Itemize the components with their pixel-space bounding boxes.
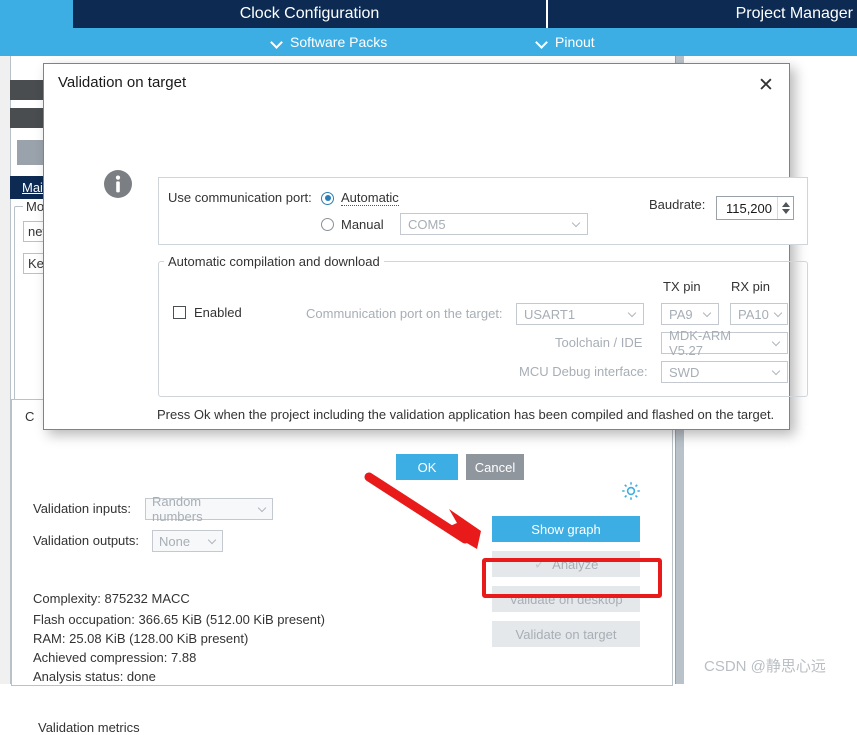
analysis-stats: Complexity: 875232 MACC Flash occupation… [33, 589, 325, 686]
validation-inputs-select[interactable]: Random numbers [145, 494, 273, 524]
show-graph-button-label: Show graph [531, 521, 601, 537]
mcu-debug-interface-value: SWD [669, 364, 700, 380]
chevron-down-icon [629, 310, 638, 319]
use-communication-port-label: Use communication port: [168, 190, 312, 205]
chevron-down-icon [537, 37, 548, 48]
validation-outputs-select[interactable]: None [152, 530, 223, 552]
radio-manual-label: Manual [341, 217, 384, 232]
stepper-arrows[interactable] [777, 197, 793, 219]
stat-ram: RAM: 25.08 KiB (128.00 KiB present) [33, 631, 249, 646]
info-icon [103, 169, 133, 199]
annotation-arrow [364, 472, 481, 549]
ribbon-tab-strip: Clock Configuration Project Manager [73, 0, 857, 28]
com-port-select[interactable]: COM5 [400, 213, 588, 235]
validation-outputs-label: Validation outputs: [33, 533, 139, 548]
menu-pinout[interactable]: Pinout [537, 28, 595, 56]
communication-port-target-label: Communication port on the target: [306, 306, 503, 321]
toolchain-select[interactable]: MDK-ARM V5.27 [661, 328, 788, 358]
stepper-down-icon[interactable] [781, 209, 790, 214]
ok-button-label: OK [417, 459, 437, 475]
show-graph-button[interactable]: Show graph [492, 516, 640, 542]
rx-pin-value: PA10 [738, 306, 769, 322]
tab-clock-configuration-label: Clock Configuration [239, 5, 380, 22]
validation-outputs-value: None [159, 533, 191, 549]
application-root: Clock Configuration Project Manager Soft… [0, 0, 857, 735]
baudrate-stepper[interactable]: 115,200 [716, 196, 794, 220]
chevron-down-icon [259, 505, 268, 514]
menu-software-packs[interactable]: Software Packs [272, 28, 387, 56]
baudrate-value: 115,200 [725, 200, 772, 216]
gear-icon[interactable] [620, 480, 642, 502]
validation-inputs-value: Random numbers [152, 494, 203, 524]
usart-value: USART1 [524, 306, 576, 322]
tab-project-manager-label: Project Manager [735, 5, 853, 22]
chevron-down-icon [773, 368, 782, 377]
stat-analysis-status: Analysis status: done [33, 669, 156, 684]
rx-pin-select[interactable]: PA10 [730, 303, 788, 325]
annotation-highlight-box [482, 558, 662, 598]
tx-pin-value: PA9 [669, 306, 693, 322]
ribbon-subbar: Software Packs Pinout [0, 28, 857, 56]
rx-pin-header: RX pin [731, 279, 771, 294]
radio-automatic-indicator [321, 191, 334, 205]
mcu-debug-interface-select[interactable]: SWD [661, 361, 788, 383]
tab-clock-configuration[interactable]: Clock Configuration [73, 0, 548, 28]
toolchain-label: Toolchain / IDE [555, 335, 643, 350]
menu-pinout-label: Pinout [555, 34, 595, 50]
stat-compression: Achieved compression: 7.88 [33, 650, 197, 665]
enabled-checkbox-label: Enabled [194, 305, 242, 320]
radio-automatic-label: Automatic [341, 190, 399, 206]
tab-project-manager[interactable]: Project Manager [548, 0, 855, 28]
stat-complexity: Complexity: 875232 MACC [33, 591, 190, 606]
automatic-compilation-group-title: Automatic compilation and download [164, 254, 384, 269]
chevron-down-icon [209, 537, 218, 546]
watermark: CSDN @静思心远 [704, 658, 826, 675]
radio-manual-indicator [321, 218, 334, 231]
radio-automatic[interactable]: Automatic [321, 190, 399, 206]
toolchain-value: MDK-ARM V5.27 [669, 328, 732, 358]
chevron-down-icon [573, 220, 582, 229]
chevron-down-icon [773, 339, 782, 348]
validation-on-target-dialog: Validation on target ✕ Use communication… [43, 63, 808, 480]
stat-flash-occupation: Flash occupation: 366.65 KiB (512.00 KiB… [33, 612, 325, 627]
ok-button[interactable]: OK [396, 454, 458, 480]
usart-select[interactable]: USART1 [516, 303, 644, 325]
left-rail [0, 56, 11, 684]
enabled-checkbox-box [173, 306, 186, 319]
cancel-button-label: Cancel [474, 459, 516, 475]
validate-on-target-button-label: Validate on target [515, 626, 617, 642]
stepper-up-icon[interactable] [781, 202, 790, 207]
validation-inputs-label: Validation inputs: [33, 501, 132, 516]
close-icon[interactable]: ✕ [753, 72, 779, 98]
chevron-down-icon [775, 310, 784, 319]
close-icon-glyph: ✕ [758, 74, 774, 96]
menu-software-packs-label: Software Packs [290, 34, 388, 50]
baudrate-label: Baudrate: [649, 197, 706, 212]
dialog-title: Validation on target [58, 74, 187, 91]
validate-on-target-button[interactable]: Validate on target [492, 621, 640, 647]
mcu-debug-interface-label: MCU Debug interface: [519, 364, 648, 379]
chevron-down-icon [272, 37, 283, 48]
validation-metrics-label: Validation metrics [38, 720, 140, 735]
dialog-instruction-text: Press Ok when the project including the … [157, 407, 775, 422]
validation-panel-caption: C [25, 409, 35, 424]
tx-pin-header: TX pin [663, 279, 701, 294]
tx-pin-select[interactable]: PA9 [661, 303, 719, 325]
chevron-down-icon [704, 310, 713, 319]
com-port-value: COM5 [408, 216, 446, 232]
enabled-checkbox[interactable]: Enabled [173, 305, 242, 320]
ribbon-bar: Clock Configuration Project Manager [0, 0, 857, 28]
cancel-button[interactable]: Cancel [466, 454, 524, 480]
radio-manual[interactable]: Manual [321, 217, 384, 232]
